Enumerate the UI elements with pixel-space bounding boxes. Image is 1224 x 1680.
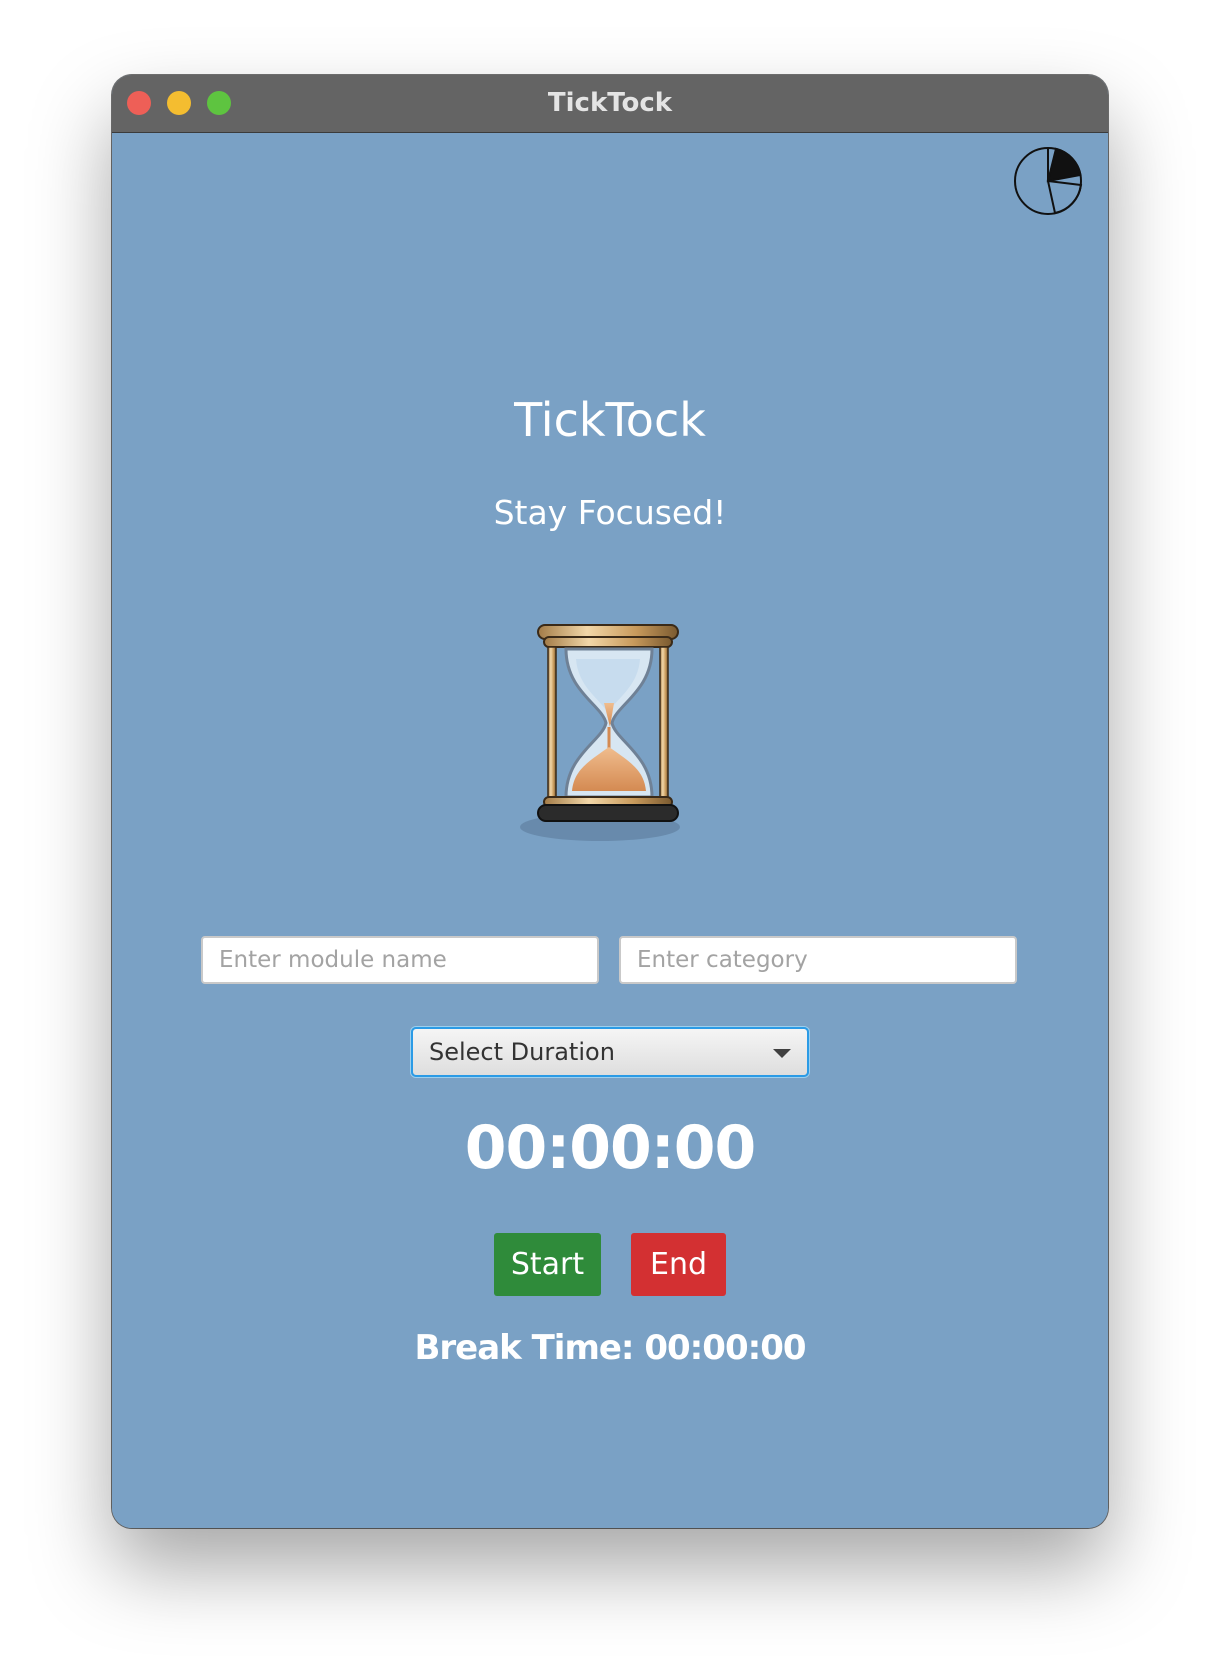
timer-display: 00:00:00 <box>464 1113 756 1183</box>
end-button[interactable]: End <box>631 1233 726 1296</box>
chevron-down-icon <box>773 1049 791 1058</box>
duration-select-value: Select Duration <box>429 1038 615 1066</box>
hourglass-icon <box>520 624 680 841</box>
break-time-display: Break Time: 00:00:00 <box>414 1328 806 1368</box>
start-button[interactable]: Start <box>494 1233 601 1296</box>
main-content: TickTock Stay Focused! Enter module name… <box>112 133 1108 1528</box>
title-bar: TickTock <box>112 75 1108 133</box>
category-input[interactable] <box>619 936 1017 984</box>
app-title: TickTock <box>514 393 706 447</box>
pie-chart-icon <box>1014 147 1083 215</box>
module-name-input[interactable] <box>201 936 599 984</box>
app-window: TickTock TickTock Stay Focused! Enter mo… <box>112 75 1108 1528</box>
app-subtitle: Stay Focused! <box>493 493 727 532</box>
hourglass-illustration <box>482 595 742 855</box>
statistics-button[interactable] <box>1012 145 1084 217</box>
duration-select[interactable]: Select Duration <box>411 1027 809 1077</box>
window-title: TickTock <box>547 88 673 118</box>
